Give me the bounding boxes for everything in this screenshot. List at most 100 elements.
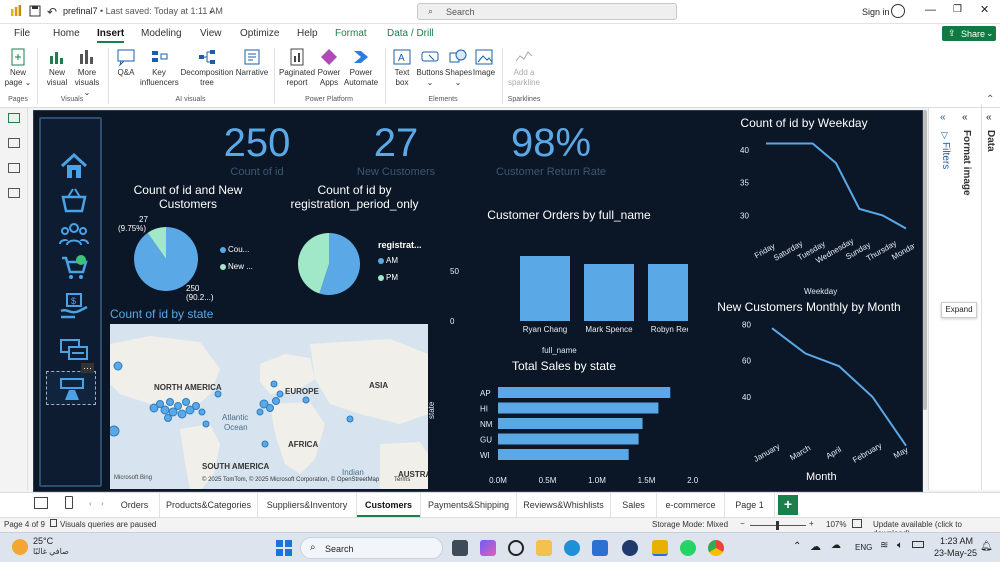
tray-chevron-icon[interactable]: ⌃: [793, 541, 801, 552]
tab-customers[interactable]: Customers: [357, 493, 421, 518]
cloud-icon[interactable]: ☁: [810, 540, 821, 553]
close-icon[interactable]: ✕: [980, 3, 989, 16]
shopping-cart-icon[interactable]: [59, 253, 89, 283]
mobile-layout-icon[interactable]: [65, 496, 73, 509]
share-button[interactable]: ⇪ Share ⌄: [942, 26, 996, 41]
dax-query-view-icon[interactable]: [8, 188, 20, 198]
buttons-button[interactable]: Buttons ⌄: [415, 48, 445, 88]
key-influencers-button[interactable]: Key influencers: [140, 48, 179, 88]
canvas-scrollbar[interactable]: [923, 110, 927, 410]
power-apps-button[interactable]: Power Apps: [316, 48, 342, 88]
report-view-icon[interactable]: [8, 113, 20, 123]
menu-file[interactable]: File: [14, 28, 30, 39]
add-sparkline-button[interactable]: Add a sparkline: [506, 48, 542, 88]
new-page-button[interactable]: New page ⌄: [4, 48, 32, 88]
menu-format[interactable]: Format: [335, 28, 367, 39]
wifi-icon[interactable]: ≋: [880, 540, 888, 551]
clock-time[interactable]: 1:23 AM: [940, 536, 973, 546]
taskbar-search[interactable]: ⌕ Search: [300, 537, 443, 559]
tab-products-categories[interactable]: Products&Categories: [160, 493, 258, 518]
tab-reviews-whishlists[interactable]: Reviews&Whishlists: [517, 493, 611, 518]
filter-icon[interactable]: ▽: [941, 130, 948, 141]
shapes-button[interactable]: Shapes ⌄: [445, 48, 472, 88]
notification-icon[interactable]: 🔔︎: [980, 541, 993, 552]
menu-data-drill[interactable]: Data / Drill: [387, 28, 434, 39]
menu-insert[interactable]: Insert: [97, 28, 125, 43]
selected-image-visual[interactable]: [46, 371, 96, 405]
tab-e-commerce[interactable]: e-commerce: [657, 493, 725, 518]
tab-page-1[interactable]: Page 1: [725, 493, 775, 518]
zoom-out-icon[interactable]: −: [740, 519, 745, 528]
copilot-icon[interactable]: [480, 540, 496, 556]
map-visual[interactable]: NORTH AMERICA EUROPE ASIA Atlantic Ocean…: [110, 324, 428, 489]
store-icon[interactable]: [592, 540, 608, 556]
add-page-button[interactable]: +: [778, 495, 798, 515]
chrome-icon[interactable]: [708, 540, 724, 556]
text-box-button[interactable]: A Text box: [389, 48, 415, 88]
sales-horizontal-bar-chart[interactable]: AP HI NM GU WI 0.0M 0.5M 1.0M 1.5M 2.0M: [438, 379, 698, 485]
app-icon[interactable]: [622, 540, 638, 556]
menu-optimize[interactable]: Optimize: [240, 28, 279, 39]
tab-sales[interactable]: Sales: [611, 493, 657, 518]
basket-icon[interactable]: [59, 185, 89, 215]
new-visual-button[interactable]: New visual: [42, 48, 72, 88]
menu-home[interactable]: Home: [53, 28, 80, 39]
payments-icon[interactable]: $: [59, 291, 89, 321]
powerbi-taskbar-icon[interactable]: [652, 540, 668, 556]
clock-date[interactable]: 23-May-25: [934, 548, 977, 558]
save-icon[interactable]: [29, 5, 41, 20]
task-view-icon[interactable]: [452, 540, 468, 556]
tabs-prev-icon[interactable]: ‹: [89, 499, 92, 508]
data-pane-tab[interactable]: Data: [985, 130, 996, 152]
narrative-button[interactable]: Narrative: [235, 48, 269, 78]
tab-suppliers-inventory[interactable]: Suppliers&Inventory: [258, 493, 357, 518]
minimize-icon[interactable]: —: [925, 4, 936, 16]
qa-button[interactable]: Q&A: [112, 48, 140, 78]
expand-filters-icon[interactable]: «: [940, 112, 946, 123]
paginated-report-button[interactable]: Paginated report: [278, 48, 316, 88]
zoom-in-icon[interactable]: +: [809, 519, 814, 528]
restore-icon[interactable]: ❐: [953, 4, 962, 15]
decomposition-tree-button[interactable]: Decomposition tree: [179, 48, 235, 88]
desktop-layout-icon[interactable]: [34, 497, 48, 509]
format-image-pane-tab[interactable]: Format image: [961, 130, 972, 196]
whatsapp-icon[interactable]: [680, 540, 696, 556]
onedrive-icon[interactable]: ☁: [831, 540, 841, 551]
users-icon[interactable]: [59, 219, 89, 249]
menu-modeling[interactable]: Modeling: [141, 28, 182, 39]
table-view-icon[interactable]: [8, 138, 20, 148]
tab-orders[interactable]: Orders: [110, 493, 160, 518]
model-view-icon[interactable]: [8, 163, 20, 173]
user-avatar-icon[interactable]: [891, 4, 905, 18]
menu-help[interactable]: Help: [297, 28, 318, 39]
windows-start-icon[interactable]: [276, 540, 292, 556]
pie-chart-registration-period[interactable]: [298, 233, 360, 295]
weekday-line-chart[interactable]: 303540FridaySaturdayTuesdayWednesdaySund…: [694, 133, 914, 283]
filters-pane-tab[interactable]: Filters: [940, 142, 951, 169]
chatgpt-icon[interactable]: [508, 540, 524, 556]
more-options-icon[interactable]: ···: [81, 363, 94, 373]
tabs-next-icon[interactable]: ›: [101, 499, 104, 508]
monthly-line-chart[interactable]: 40 60 80 January March April February May: [694, 315, 914, 463]
chevron-down-icon[interactable]: ⌄: [208, 6, 215, 15]
expand-data-icon[interactable]: «: [986, 112, 992, 123]
battery-icon[interactable]: [912, 541, 924, 548]
volume-icon[interactable]: 🔈︎: [897, 540, 903, 551]
zoom-slider-thumb[interactable]: [776, 521, 779, 530]
reviews-icon[interactable]: [59, 335, 89, 365]
weather-icon[interactable]: [12, 539, 28, 555]
collapse-ribbon-icon[interactable]: ⌃: [986, 94, 994, 105]
language-indicator[interactable]: ENG: [855, 543, 872, 552]
power-automate-button[interactable]: Power Automate: [342, 48, 380, 88]
map-terms-link[interactable]: Terms: [394, 477, 410, 483]
orders-bar-chart[interactable]: 0 50 Ryan Chang Mark Spence Robyn Reed: [438, 229, 688, 357]
tab-payments-shipping[interactable]: Payments&Shipping: [421, 493, 517, 518]
home-icon[interactable]: [59, 151, 89, 181]
pie-chart-count-vs-new[interactable]: [134, 227, 198, 291]
sign-in-link[interactable]: Sign in: [862, 7, 890, 17]
image-button[interactable]: Image: [471, 48, 497, 78]
undo-icon[interactable]: ↶: [47, 5, 57, 19]
edge-icon[interactable]: [564, 540, 580, 556]
fit-to-page-icon[interactable]: [852, 519, 862, 528]
more-visuals-button[interactable]: More visuals ⌄: [72, 48, 102, 98]
